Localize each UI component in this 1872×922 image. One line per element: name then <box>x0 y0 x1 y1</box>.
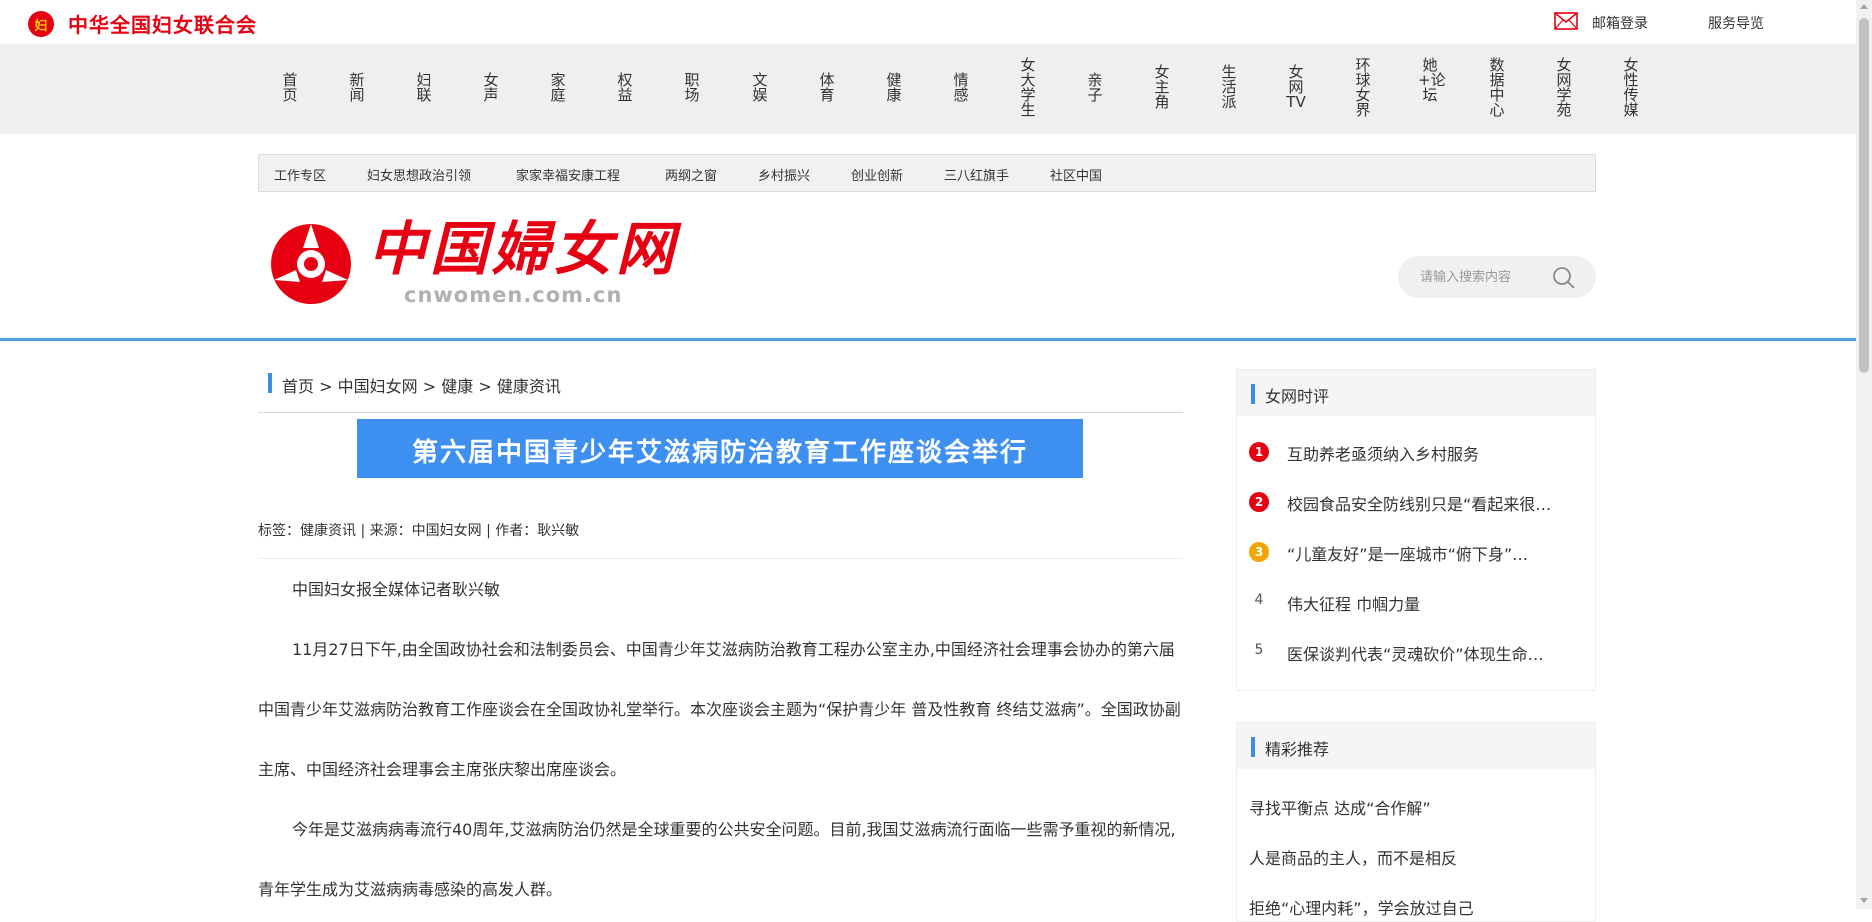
article-paragraph-text: 今年是艾滋病病毒流行40周年,艾滋病防治仍然是全球重要的公共安全问题。目前,我国… <box>258 820 1176 899</box>
article-paragraph: 今年是艾滋病病毒流行40周年,艾滋病防治仍然是全球重要的公共安全问题。目前,我国… <box>258 800 1183 920</box>
nav-item-news[interactable]: 新闻 <box>345 73 369 103</box>
recommend-item[interactable]: 寻找平衡点 达成“合作解” <box>1249 795 1431 819</box>
article-title[interactable]: 第六届中国青少年艾滋病防治教育工作座谈会举行 <box>357 432 1083 469</box>
org-name[interactable]: 中华全国妇女联合会 <box>68 9 257 38</box>
commentary-item-title: “儿童友好”是一座城市“俯下身”… <box>1287 545 1529 564</box>
breadcrumb-health[interactable]: 健康 <box>441 377 473 396</box>
title-selection-highlight: 第六届中国青少年艾滋病防治教育工作座谈会举行 <box>357 419 1083 478</box>
search-icon[interactable] <box>1552 266 1576 290</box>
subnav-item-work[interactable]: 工作专区 <box>274 165 326 184</box>
commentary-item-title: 伟大征程 巾帼力量 <box>1287 595 1421 614</box>
meta-divider <box>258 558 1183 559</box>
rank-badge: 3 <box>1249 542 1269 562</box>
subnav-item-community[interactable]: 社区中国 <box>1050 165 1102 184</box>
breadcrumb-divider <box>258 412 1183 413</box>
nav-item-heroine[interactable]: 女主角 <box>1150 65 1174 110</box>
recommend-panel-title: 精彩推荐 <box>1265 740 1330 759</box>
breadcrumb-cnwomen[interactable]: 中国妇女网 <box>338 377 418 396</box>
scroll-down-arrow-icon[interactable] <box>1860 898 1868 903</box>
sub-nav: 工作专区 妇女思想政治引领 家家幸福安康工程 两纲之窗 乡村振兴 创业创新 三八… <box>258 154 1596 192</box>
breadcrumb: 首页 > 中国妇女网 > 健康 > 健康资讯 <box>282 373 561 397</box>
nav-item-data[interactable]: 数据中心 <box>1485 58 1509 118</box>
panel-accent <box>1251 737 1255 757</box>
nav-item-forum[interactable]: 她+论坛 <box>1418 58 1446 103</box>
subnav-item-rural[interactable]: 乡村振兴 <box>758 165 810 184</box>
commentary-item-title: 互助养老亟须纳入乡村服务 <box>1287 445 1480 464</box>
breadcrumb-health-news[interactable]: 健康资讯 <box>497 377 561 396</box>
subnav-item-family[interactable]: 家家幸福安康工程 <box>516 165 620 184</box>
breadcrumb-accent <box>268 373 272 393</box>
commentary-item[interactable]: 2 校园食品安全防线别只是“看起来很… <box>1249 490 1589 514</box>
subnav-item-redflag[interactable]: 三八红旗手 <box>944 165 1009 184</box>
nav-item-ent[interactable]: 文娱 <box>748 73 772 103</box>
nav-item-emotion[interactable]: 情感 <box>949 73 973 103</box>
nav-item-media[interactable]: 女性传媒 <box>1619 58 1643 118</box>
mail-login-link[interactable]: 邮箱登录 <box>1592 13 1648 33</box>
article-meta: 标签：健康资讯 | 来源：中国妇女网 | 作者：耿兴敏 <box>258 523 580 539</box>
nav-item-career[interactable]: 职场 <box>680 73 704 103</box>
nav-item-rights[interactable]: 权益 <box>613 73 637 103</box>
article-paragraph-text: 中国妇女报全媒体记者耿兴敏 <box>292 580 501 599</box>
scroll-thumb[interactable] <box>1859 18 1869 373</box>
commentary-item-title: 校园食品安全防线别只是“看起来很… <box>1287 495 1552 514</box>
nav-item-family[interactable]: 家庭 <box>546 73 570 103</box>
nav-item-home[interactable]: 首页 <box>278 73 302 103</box>
subnav-item-startup[interactable]: 创业创新 <box>851 165 903 184</box>
commentary-panel: 女网时评 1 互助养老亟须纳入乡村服务 2 校园食品安全防线别只是“看起来很… … <box>1236 369 1596 691</box>
recommend-item[interactable]: 人是商品的主人，而不是相反 <box>1249 845 1457 869</box>
breadcrumb-separator: > <box>319 377 333 396</box>
page-scrollbar[interactable] <box>1856 0 1872 909</box>
rank-badge: 1 <box>1249 442 1269 462</box>
subnav-item-thought[interactable]: 妇女思想政治引领 <box>367 165 471 184</box>
cnwomen-emblem-icon[interactable] <box>266 222 356 306</box>
scroll-up-arrow-icon[interactable] <box>1860 4 1868 9</box>
top-bar: 妇 中华全国妇女联合会 邮箱登录 服务导览 <box>0 0 1856 44</box>
nav-item-parenting[interactable]: 亲子 <box>1083 73 1107 103</box>
commentary-item[interactable]: 1 互助养老亟须纳入乡村服务 <box>1249 440 1589 464</box>
mail-icon[interactable] <box>1554 12 1578 30</box>
nav-item-nvsheng[interactable]: 女声 <box>479 73 503 103</box>
recommend-item[interactable]: 拒绝“心理内耗”，学会放过自己 <box>1249 895 1474 919</box>
nav-item-tv[interactable]: 女网TV <box>1284 65 1308 110</box>
commentary-item[interactable]: 3 “儿童友好”是一座城市“俯下身”… <box>1249 540 1589 564</box>
nav-item-sports[interactable]: 体育 <box>815 73 839 103</box>
breadcrumb-separator: > <box>478 377 492 396</box>
nav-item-student[interactable]: 女大学生 <box>1016 58 1040 118</box>
main-nav: 首页 新闻 妇联 女声 家庭 权益 职场 文娱 体育 健康 情感 女大学生 亲子… <box>0 44 1856 134</box>
commentary-panel-title: 女网时评 <box>1265 387 1330 406</box>
article-paragraph: 11月27日下午,由全国政协社会和法制委员会、中国青少年艾滋病防治教育工程办公室… <box>258 620 1183 800</box>
commentary-panel-header: 女网时评 <box>1237 370 1595 416</box>
search-input[interactable] <box>1420 267 1550 287</box>
acwf-logo-icon[interactable]: 妇 <box>28 11 54 37</box>
nav-item-fulian[interactable]: 妇联 <box>412 73 436 103</box>
commentary-item[interactable]: 5 医保谈判代表“灵魂砍价”体现生命… <box>1249 640 1589 664</box>
commentary-item-title: 医保谈判代表“灵魂砍价”体现生命… <box>1287 645 1544 664</box>
header-divider <box>0 338 1856 341</box>
nav-item-academy[interactable]: 女网学苑 <box>1552 58 1576 118</box>
commentary-item[interactable]: 4 伟大征程 巾帼力量 <box>1249 590 1589 614</box>
breadcrumb-separator: > <box>422 377 437 396</box>
nav-item-health[interactable]: 健康 <box>882 73 906 103</box>
search-box <box>1398 256 1596 298</box>
brand-url: cnwomen.com.cn <box>404 283 623 307</box>
recommend-panel: 精彩推荐 寻找平衡点 达成“合作解” 人是商品的主人，而不是相反 拒绝“心理内耗… <box>1236 722 1596 922</box>
panel-accent <box>1251 384 1255 404</box>
service-nav-link[interactable]: 服务导览 <box>1708 13 1764 33</box>
recommend-panel-header: 精彩推荐 <box>1237 723 1595 769</box>
org-logo-text: 妇 <box>34 18 48 34</box>
article-paragraph-byline: 中国妇女报全媒体记者耿兴敏 <box>258 560 1183 620</box>
nav-item-life[interactable]: 生活派 <box>1217 65 1241 110</box>
rank-number: 5 <box>1254 642 1264 658</box>
article-paragraph-text: 11月27日下午,由全国政协社会和法制委员会、中国青少年艾滋病防治教育工程办公室… <box>258 640 1181 779</box>
subnav-item-liangang[interactable]: 两纲之窗 <box>665 165 717 184</box>
rank-badge: 2 <box>1249 492 1269 512</box>
rank-number: 4 <box>1254 592 1264 608</box>
breadcrumb-home[interactable]: 首页 <box>282 377 314 396</box>
nav-item-global[interactable]: 环球女界 <box>1351 58 1375 118</box>
brand-title[interactable]: 中国婦女网 <box>368 218 678 280</box>
